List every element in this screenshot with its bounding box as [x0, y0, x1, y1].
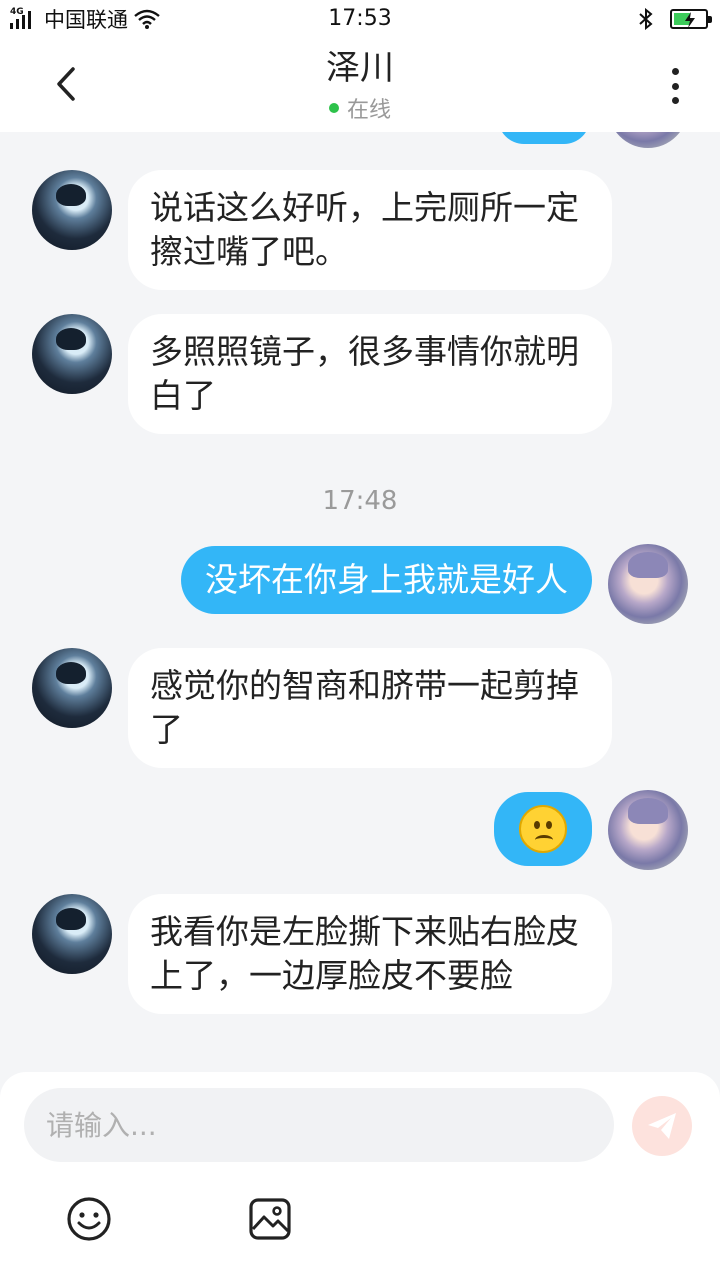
previous-message-bubble [498, 132, 590, 144]
battery-icon [670, 9, 712, 29]
more-options-button[interactable] [660, 64, 690, 108]
incoming-message-bubble[interactable]: 感觉你的智商和脐带一起剪掉了 [128, 648, 612, 768]
contact-avatar[interactable] [32, 170, 112, 250]
presence-label: 在线 [346, 98, 391, 123]
image-icon [249, 1198, 291, 1240]
worried-face-emoji [519, 805, 567, 853]
my-avatar[interactable] [608, 544, 688, 624]
message-list[interactable]: 说话这么好听，上完厕所一定擦过嘴了吧。 多照照镜子，很多事情你就明白了 17:4… [0, 132, 720, 1072]
composer-panel [0, 1072, 720, 1280]
my-avatar[interactable] [608, 132, 688, 148]
incoming-message-bubble[interactable]: 说话这么好听，上完厕所一定擦过嘴了吧。 [128, 170, 612, 290]
status-time: 17:53 [328, 6, 392, 31]
contact-avatar[interactable] [32, 894, 112, 974]
outgoing-emoji-bubble[interactable] [494, 792, 592, 866]
message-input[interactable] [24, 1088, 614, 1162]
contact-info: 泽川 在线 [0, 46, 720, 124]
bluetooth-icon [639, 8, 653, 30]
presence-status: 在线 [0, 92, 720, 124]
outgoing-message-bubble[interactable]: 没坏在你身上我就是好人 [181, 546, 592, 614]
contact-avatar[interactable] [32, 648, 112, 728]
incoming-message-bubble[interactable]: 我看你是左脸撕下来贴右脸皮上了，一边厚脸皮不要脸 [128, 894, 612, 1014]
emoji-icon [67, 1197, 111, 1241]
contact-avatar[interactable] [32, 314, 112, 394]
send-button[interactable] [632, 1096, 692, 1156]
incoming-message-bubble[interactable]: 多照照镜子，很多事情你就明白了 [128, 314, 612, 434]
more-vertical-icon [671, 68, 679, 75]
chat-header: 泽川 在线 [0, 38, 720, 132]
contact-name: 泽川 [326, 48, 394, 88]
my-avatar[interactable] [608, 790, 688, 870]
image-button[interactable] [245, 1194, 295, 1244]
online-dot-icon [328, 103, 339, 113]
send-icon [648, 1113, 676, 1139]
message-timestamp: 17:48 [322, 486, 398, 516]
status-right [638, 6, 712, 32]
status-bar: 4G 中国联通 17:53 [0, 0, 720, 38]
emoji-button[interactable] [64, 1194, 114, 1244]
